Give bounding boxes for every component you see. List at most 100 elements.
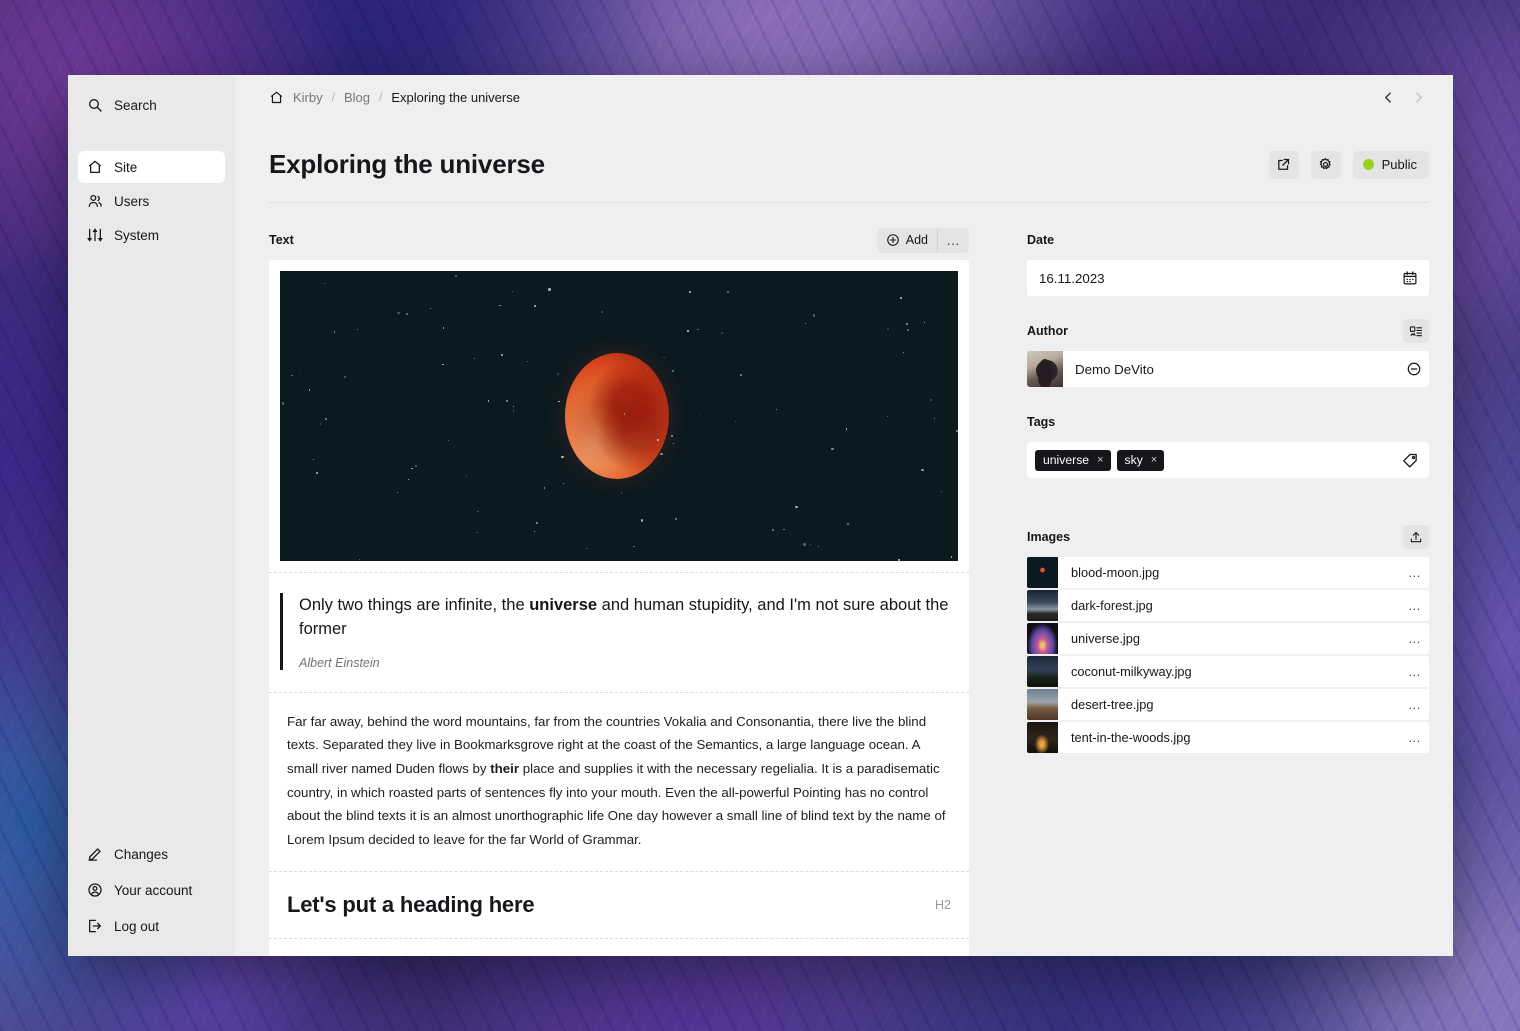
star xyxy=(623,413,626,415)
star xyxy=(557,373,560,376)
star xyxy=(923,321,925,323)
star xyxy=(601,311,603,313)
star xyxy=(561,455,564,458)
tag-icon[interactable] xyxy=(1401,451,1419,469)
open-preview-button[interactable] xyxy=(1268,150,1299,179)
star xyxy=(672,370,674,372)
star xyxy=(473,358,475,360)
search-input[interactable]: Search xyxy=(78,89,225,121)
image-filename: dark-forest.jpg xyxy=(1071,598,1153,613)
star xyxy=(585,547,587,549)
star xyxy=(686,330,689,332)
block-paragraph-1[interactable]: Far far away, behind the word mountains,… xyxy=(269,691,969,871)
list-item[interactable]: coconut-milkyway.jpg … xyxy=(1027,656,1429,687)
tag-chip[interactable]: sky × xyxy=(1116,449,1165,471)
quote-bold: universe xyxy=(529,596,598,614)
list-item[interactable]: tent-in-the-woods.jpg … xyxy=(1027,722,1429,753)
star xyxy=(313,459,315,461)
add-block-button[interactable]: Add xyxy=(877,227,938,253)
list-item[interactable]: desert-tree.jpg … xyxy=(1027,689,1429,720)
sidebar-item-your-account[interactable]: Your account xyxy=(78,874,225,906)
star xyxy=(291,374,293,377)
star xyxy=(726,290,729,293)
breadcrumb-home-icon[interactable] xyxy=(269,90,284,105)
image-options-button[interactable]: … xyxy=(1401,598,1429,613)
star xyxy=(324,282,326,285)
block-quote[interactable]: Only two things are infinite, the univer… xyxy=(269,572,969,692)
tag-remove-icon[interactable]: × xyxy=(1097,454,1103,466)
settings-gear-button[interactable] xyxy=(1310,150,1341,179)
star xyxy=(640,519,644,522)
text-field-column: Text Add … Only two things are infinite,… xyxy=(269,227,969,956)
sidebar-item-system[interactable]: System xyxy=(78,219,225,251)
date-input[interactable]: 16.11.2023 xyxy=(1027,260,1429,296)
sidebar-item-log-out[interactable]: Log out xyxy=(78,910,225,942)
star xyxy=(356,328,358,330)
list-item[interactable]: blood-moon.jpg … xyxy=(1027,557,1429,588)
next-page-button[interactable] xyxy=(1407,86,1429,108)
star xyxy=(407,479,409,480)
star xyxy=(941,491,943,493)
date-field-label: Date xyxy=(1027,233,1055,247)
prev-page-button[interactable] xyxy=(1377,86,1399,108)
sidebar-item-site[interactable]: Site xyxy=(78,151,225,183)
breadcrumb-item-blog[interactable]: Blog xyxy=(344,90,370,105)
sidebar-item-changes[interactable]: Changes xyxy=(78,838,225,870)
image-options-button[interactable]: … xyxy=(1401,697,1429,712)
star xyxy=(776,408,778,410)
block-heading[interactable]: Let's put a heading here H2 xyxy=(269,870,969,938)
breadcrumb-separator: / xyxy=(379,90,383,104)
list-item[interactable]: universe.jpg … xyxy=(1027,623,1429,654)
list-item[interactable]: dark-forest.jpg … xyxy=(1027,590,1429,621)
image-filename: universe.jpg xyxy=(1071,631,1141,646)
user-list-icon[interactable] xyxy=(1403,319,1429,343)
blocks-editor: Only two things are infinite, the univer… xyxy=(269,260,969,956)
tags-input[interactable]: universe × sky × xyxy=(1027,442,1429,478)
sidebar-item-site-label: Site xyxy=(114,159,138,175)
breadcrumb-item-current[interactable]: Exploring the universe xyxy=(391,90,520,105)
text-field-more-button[interactable]: … xyxy=(938,228,969,253)
images-field-label: Images xyxy=(1027,530,1071,544)
star xyxy=(536,522,538,524)
topbar: Kirby / Blog / Exploring the universe xyxy=(235,75,1453,119)
star xyxy=(406,312,409,315)
star xyxy=(281,402,285,405)
tag-chip[interactable]: universe × xyxy=(1035,449,1111,471)
tag-remove-icon[interactable]: × xyxy=(1151,454,1157,466)
image-options-button[interactable]: … xyxy=(1401,664,1429,679)
star xyxy=(333,331,336,333)
sidebar-item-system-label: System xyxy=(114,227,160,243)
sidebar-item-users[interactable]: Users xyxy=(78,185,225,217)
quote-citation: Albert Einstein xyxy=(299,655,380,670)
quote-text: Only two things are infinite, the univer… xyxy=(299,593,958,642)
image-options-button[interactable]: … xyxy=(1401,631,1429,646)
search-label: Search xyxy=(114,97,157,113)
star xyxy=(534,531,536,533)
minus-circle-icon[interactable] xyxy=(1399,361,1429,377)
breadcrumb-item-kirby[interactable]: Kirby xyxy=(293,90,323,105)
author-row[interactable]: Demo DeVito xyxy=(1027,351,1429,387)
status-badge[interactable]: Public xyxy=(1352,150,1429,179)
user-circle-icon xyxy=(87,882,103,898)
upload-icon[interactable] xyxy=(1403,525,1429,549)
star xyxy=(813,314,816,317)
star xyxy=(430,307,431,309)
calendar-icon[interactable] xyxy=(1401,269,1419,287)
star xyxy=(934,417,936,419)
text-field-toolbar: Add … xyxy=(876,227,969,253)
date-value: 16.11.2023 xyxy=(1039,270,1105,286)
star xyxy=(803,543,806,546)
star xyxy=(818,545,820,547)
tag-label: sky xyxy=(1124,453,1143,467)
star xyxy=(465,475,468,478)
star xyxy=(527,361,529,362)
image-options-button[interactable]: … xyxy=(1401,730,1429,745)
star xyxy=(324,417,327,421)
block-image[interactable] xyxy=(269,260,969,572)
block-paragraph-2[interactable]: The Big Oxmox advised her not to do so, … xyxy=(269,937,969,956)
star xyxy=(506,400,509,403)
star xyxy=(499,305,501,307)
star xyxy=(902,351,904,354)
image-options-button[interactable]: … xyxy=(1401,565,1429,580)
